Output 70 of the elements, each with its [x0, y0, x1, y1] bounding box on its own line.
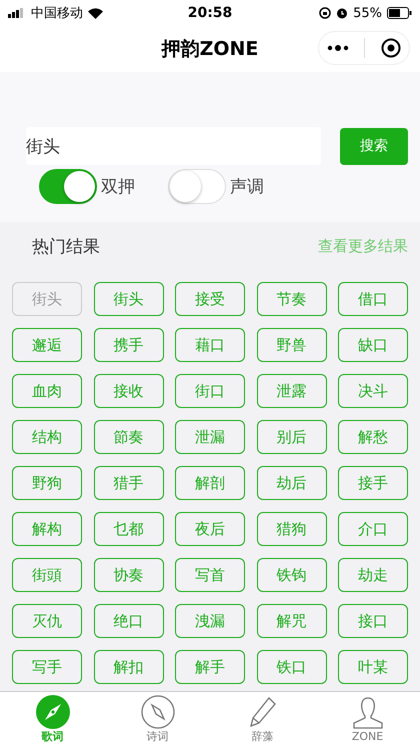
result-chip[interactable]: 铁口	[256, 650, 326, 684]
result-chip[interactable]: 邂逅	[12, 328, 82, 362]
toggle-switch[interactable]	[39, 169, 97, 204]
result-chip[interactable]: 解扣	[94, 650, 164, 684]
result-chip[interactable]: 泄漏	[175, 420, 245, 454]
carrier-name: 中国移动	[31, 5, 83, 22]
result-chip[interactable]: 携手	[94, 328, 164, 362]
result-chip[interactable]: 写首	[175, 558, 245, 592]
result-chip[interactable]: 解剖	[175, 466, 245, 500]
pencil-icon	[248, 695, 278, 729]
result-chip[interactable]: 乜都	[94, 512, 164, 546]
result-chip[interactable]: 灭仇	[12, 604, 82, 638]
tab-item[interactable]: 诗词	[122, 695, 192, 744]
result-chip[interactable]: 猎手	[94, 466, 164, 500]
tab-item[interactable]: ZONE	[332, 696, 402, 743]
result-chip[interactable]: 介口	[338, 512, 408, 546]
result-chip[interactable]: 劫走	[338, 558, 408, 592]
result-chip[interactable]: 别后	[256, 420, 326, 454]
result-chip[interactable]: 猎狗	[256, 512, 326, 546]
result-chip[interactable]: 叶某	[338, 650, 408, 684]
alarm-icon	[336, 7, 348, 19]
wifi-icon	[88, 8, 103, 18]
result-chip[interactable]: 接受	[175, 282, 245, 316]
result-chip[interactable]: 劫后	[256, 466, 326, 500]
tab-item[interactable]: 歌词	[18, 695, 88, 744]
result-chip[interactable]: 节奏	[256, 282, 326, 316]
result-chip[interactable]: 铁钩	[256, 558, 326, 592]
result-chip[interactable]: 血肉	[12, 374, 82, 408]
battery-percent: 55%	[353, 6, 382, 20]
result-chip[interactable]: 接收	[94, 374, 164, 408]
result-chip[interactable]: 藉口	[175, 328, 245, 362]
battery-icon	[387, 7, 412, 19]
section-title: 热门结果	[32, 236, 100, 258]
result-chip[interactable]: 街口	[175, 374, 245, 408]
toggle-label: 双押	[101, 176, 135, 198]
search-button[interactable]: 搜索	[340, 128, 408, 164]
more-icon[interactable]	[326, 44, 349, 52]
result-chip[interactable]: 解手	[175, 650, 245, 684]
result-chip[interactable]: 写手	[12, 650, 82, 684]
compass-icon	[140, 695, 174, 729]
result-chip[interactable]: 解咒	[256, 604, 326, 638]
result-chip[interactable]: 接口	[338, 604, 408, 638]
compass-icon	[36, 695, 70, 729]
page-title: 押韵ZONE	[162, 37, 258, 62]
result-chip[interactable]: 野狗	[12, 466, 82, 500]
result-chip[interactable]: 解愁	[338, 420, 408, 454]
toggle-label: 声调	[230, 176, 264, 198]
rotation-lock-icon	[319, 7, 332, 19]
result-chip[interactable]: 洩漏	[175, 604, 245, 638]
status-time: 20:58	[188, 5, 232, 21]
result-chip[interactable]: 野兽	[256, 328, 326, 362]
result-chip[interactable]: 借口	[338, 282, 408, 316]
close-target-icon[interactable]	[381, 38, 402, 58]
result-chip[interactable]: 節奏	[94, 420, 164, 454]
more-results-link[interactable]: 查看更多结果	[318, 236, 408, 256]
tab-item[interactable]: 辞藻	[228, 695, 298, 744]
result-chip[interactable]: 结构	[12, 420, 82, 454]
result-chip[interactable]: 决斗	[338, 374, 408, 408]
result-chip[interactable]: 夜后	[175, 512, 245, 546]
result-chip[interactable]: 街头	[94, 282, 164, 316]
result-chip[interactable]: 缺口	[338, 328, 408, 362]
signal-icon	[8, 8, 26, 18]
result-chip[interactable]: 泄露	[256, 374, 326, 408]
result-chip[interactable]: 街頭	[12, 558, 82, 592]
result-chip[interactable]: 协奏	[94, 558, 164, 592]
result-chip[interactable]: 绝口	[94, 604, 164, 638]
search-field[interactable]: 街头	[26, 127, 321, 165]
result-chip[interactable]: 解构	[12, 512, 82, 546]
result-chip[interactable]: 接手	[338, 466, 408, 500]
person-icon	[350, 696, 384, 730]
